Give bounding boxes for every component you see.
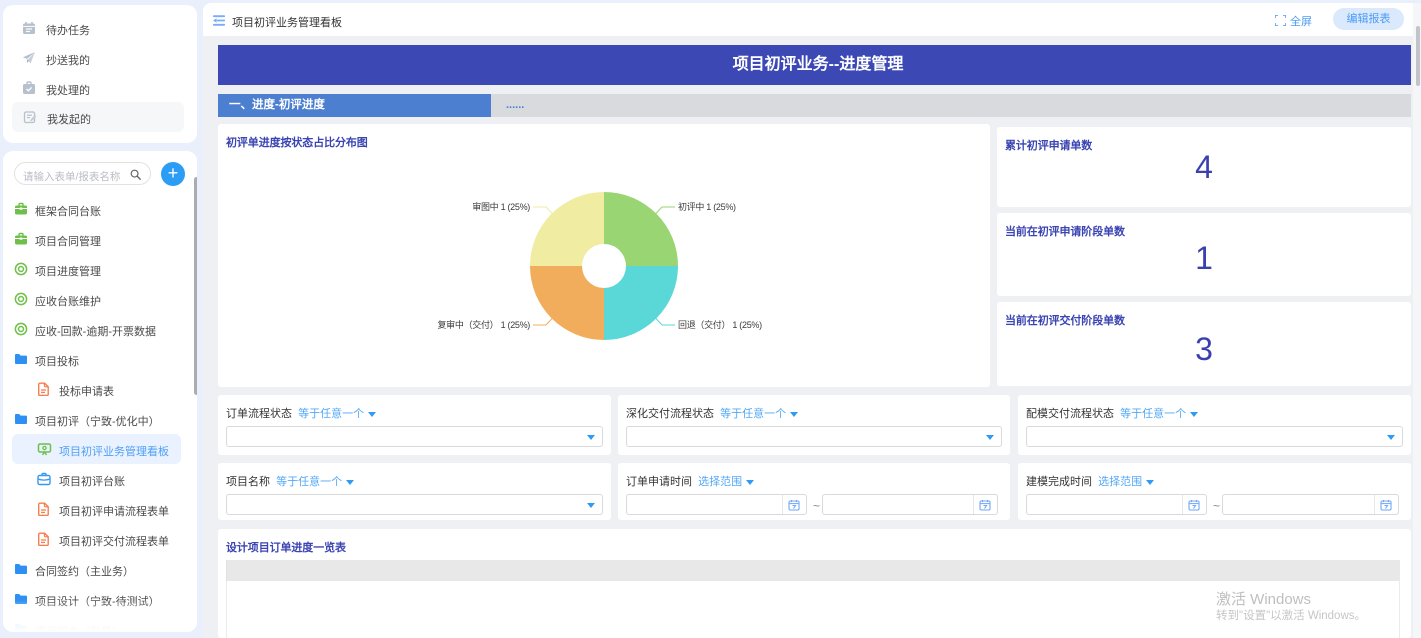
svg-text:初评中 1 (25%): 初评中 1 (25%) [678,201,736,212]
svg-text:复审中（交付） 1 (25%): 复审中（交付） 1 (25%) [437,319,530,330]
svg-text:审图中 1 (25%): 审图中 1 (25%) [472,201,530,212]
svg-text:回退（交付） 1 (25%): 回退（交付） 1 (25%) [678,319,762,330]
